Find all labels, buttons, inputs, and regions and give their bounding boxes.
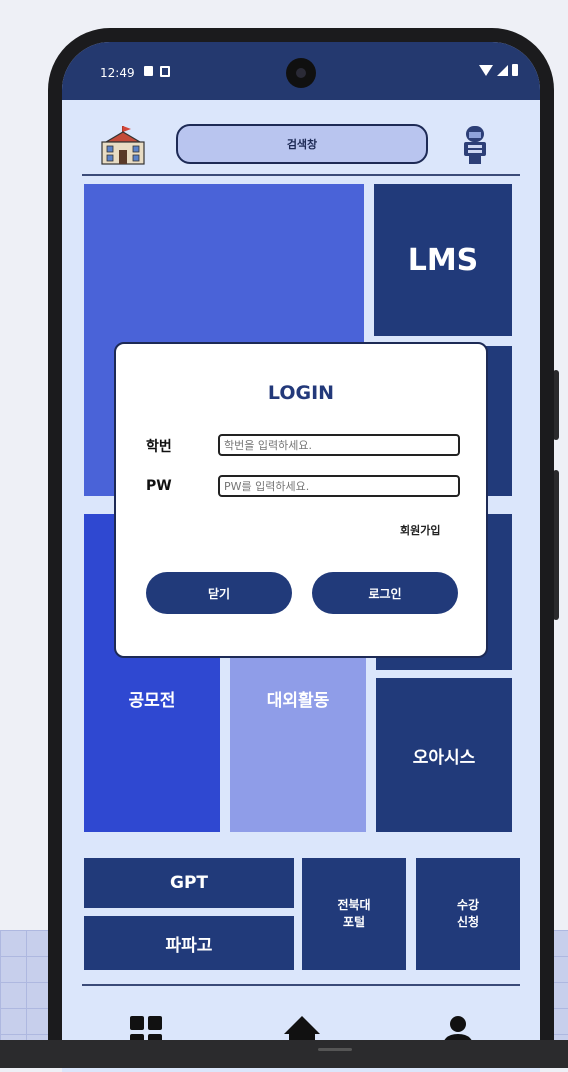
oasis-tile[interactable]: 오아시스 [376,678,512,832]
login-modal: LOGIN 학번 PW 회원가입 닫기 로그인 [114,342,488,658]
login-button-label: 로그인 [368,586,402,601]
signal-icon [497,65,508,76]
registration-tile[interactable]: 수강 신청 [416,858,520,970]
school-icon[interactable] [100,124,146,166]
student-id-label: 학번 [146,439,172,455]
header-divider [82,174,520,176]
front-camera [286,58,316,88]
robot-icon[interactable] [462,124,488,166]
login-title: LOGIN [267,382,335,404]
status-bar: 12:49 [62,42,540,100]
login-button[interactable]: 로그인 [312,572,458,614]
phone-frame: 12:49 검색창 LMS 공모전 대외활동 오아시스 GPT 파파고 전북대 … [48,28,554,1072]
close-button-label: 닫기 [207,586,231,601]
oasis-tile-label: 오아시스 [412,747,476,768]
papago-tile[interactable]: 파파고 [84,916,294,970]
status-time: 12:49 [100,66,135,80]
search-bar-label: 검색창 [286,138,318,151]
gpt-tile[interactable]: GPT [84,858,294,908]
phone-screen: 12:49 검색창 LMS 공모전 대외활동 오아시스 GPT 파파고 전북대 … [62,42,540,1072]
pw-label: PW [146,478,172,494]
lms-tile[interactable]: LMS [374,184,512,336]
notification-icon [160,66,170,77]
notification-icon [144,66,153,76]
activities-tile-label: 대외활동 [266,691,330,711]
system-bottom-bar [0,1040,568,1068]
lms-tile-label: LMS [407,242,479,278]
registration-tile-label: 수강 신청 [456,898,480,929]
papago-tile-label: 파파고 [165,935,213,956]
close-button[interactable]: 닫기 [146,572,292,614]
status-icons [479,64,518,76]
gpt-tile-label: GPT [169,873,208,893]
wifi-icon [479,65,493,76]
student-id-input[interactable] [218,434,460,456]
portal-tile-label: 전북대 포털 [337,898,371,929]
battery-icon [512,64,518,76]
nav-divider [82,984,520,986]
contest-tile-label: 공모전 [128,691,176,711]
pw-input[interactable] [218,475,460,497]
portal-tile[interactable]: 전북대 포털 [302,858,406,970]
search-bar[interactable]: 검색창 [176,124,428,164]
signup-link[interactable]: 회원가입 [400,522,440,538]
